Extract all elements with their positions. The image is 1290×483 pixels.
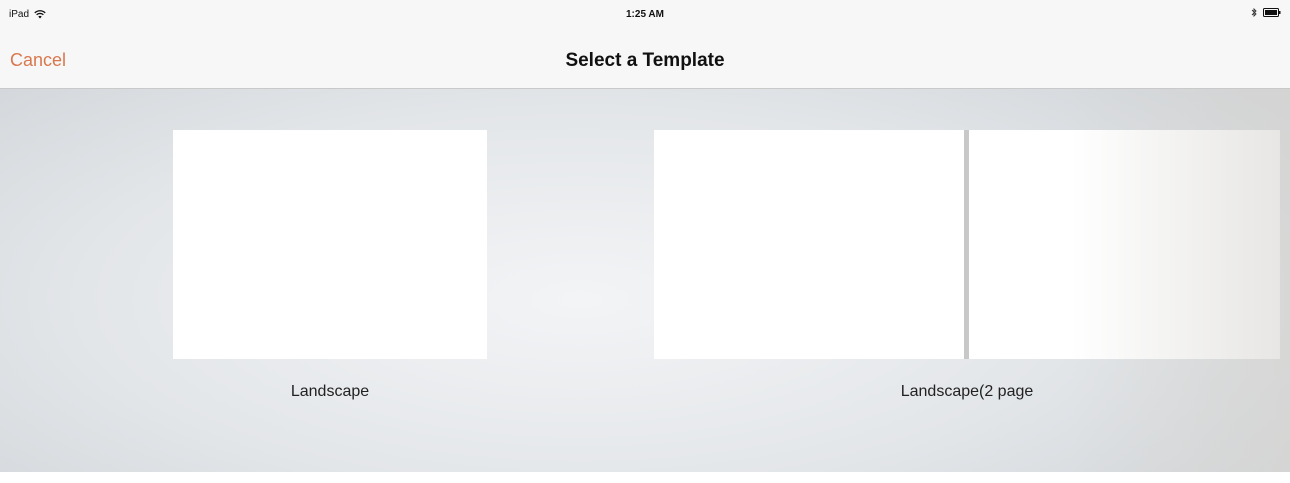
status-bar-left: iPad (9, 9, 46, 20)
template-label-landscape: Landscape (290, 383, 370, 400)
template-landscape[interactable] (173, 130, 487, 359)
template-label-landscape-2-page: Landscape(2 page (900, 383, 1034, 400)
status-bar-right (1251, 7, 1281, 18)
template-list: Landscape Landscape(2 page (0, 89, 1290, 472)
template-thumbnail-right-page (969, 130, 1280, 359)
bluetooth-icon (1251, 7, 1257, 18)
template-landscape-2-page[interactable] (654, 130, 1280, 359)
template-thumbnail (173, 130, 487, 359)
template-thumbnail-left-page (654, 130, 964, 359)
wifi-icon (34, 10, 46, 19)
status-time: 1:25 AM (626, 9, 664, 20)
navigation-bar: iPad 1:25 AM Cancel Select a Template (0, 0, 1290, 89)
page-title: Select a Template (565, 50, 725, 71)
template-picker-screen: iPad 1:25 AM Cancel Select a Template La… (0, 0, 1290, 472)
battery-icon (1263, 8, 1281, 17)
bottom-edge (0, 472, 1290, 483)
device-name: iPad (9, 9, 30, 20)
cancel-button[interactable]: Cancel (10, 50, 66, 71)
